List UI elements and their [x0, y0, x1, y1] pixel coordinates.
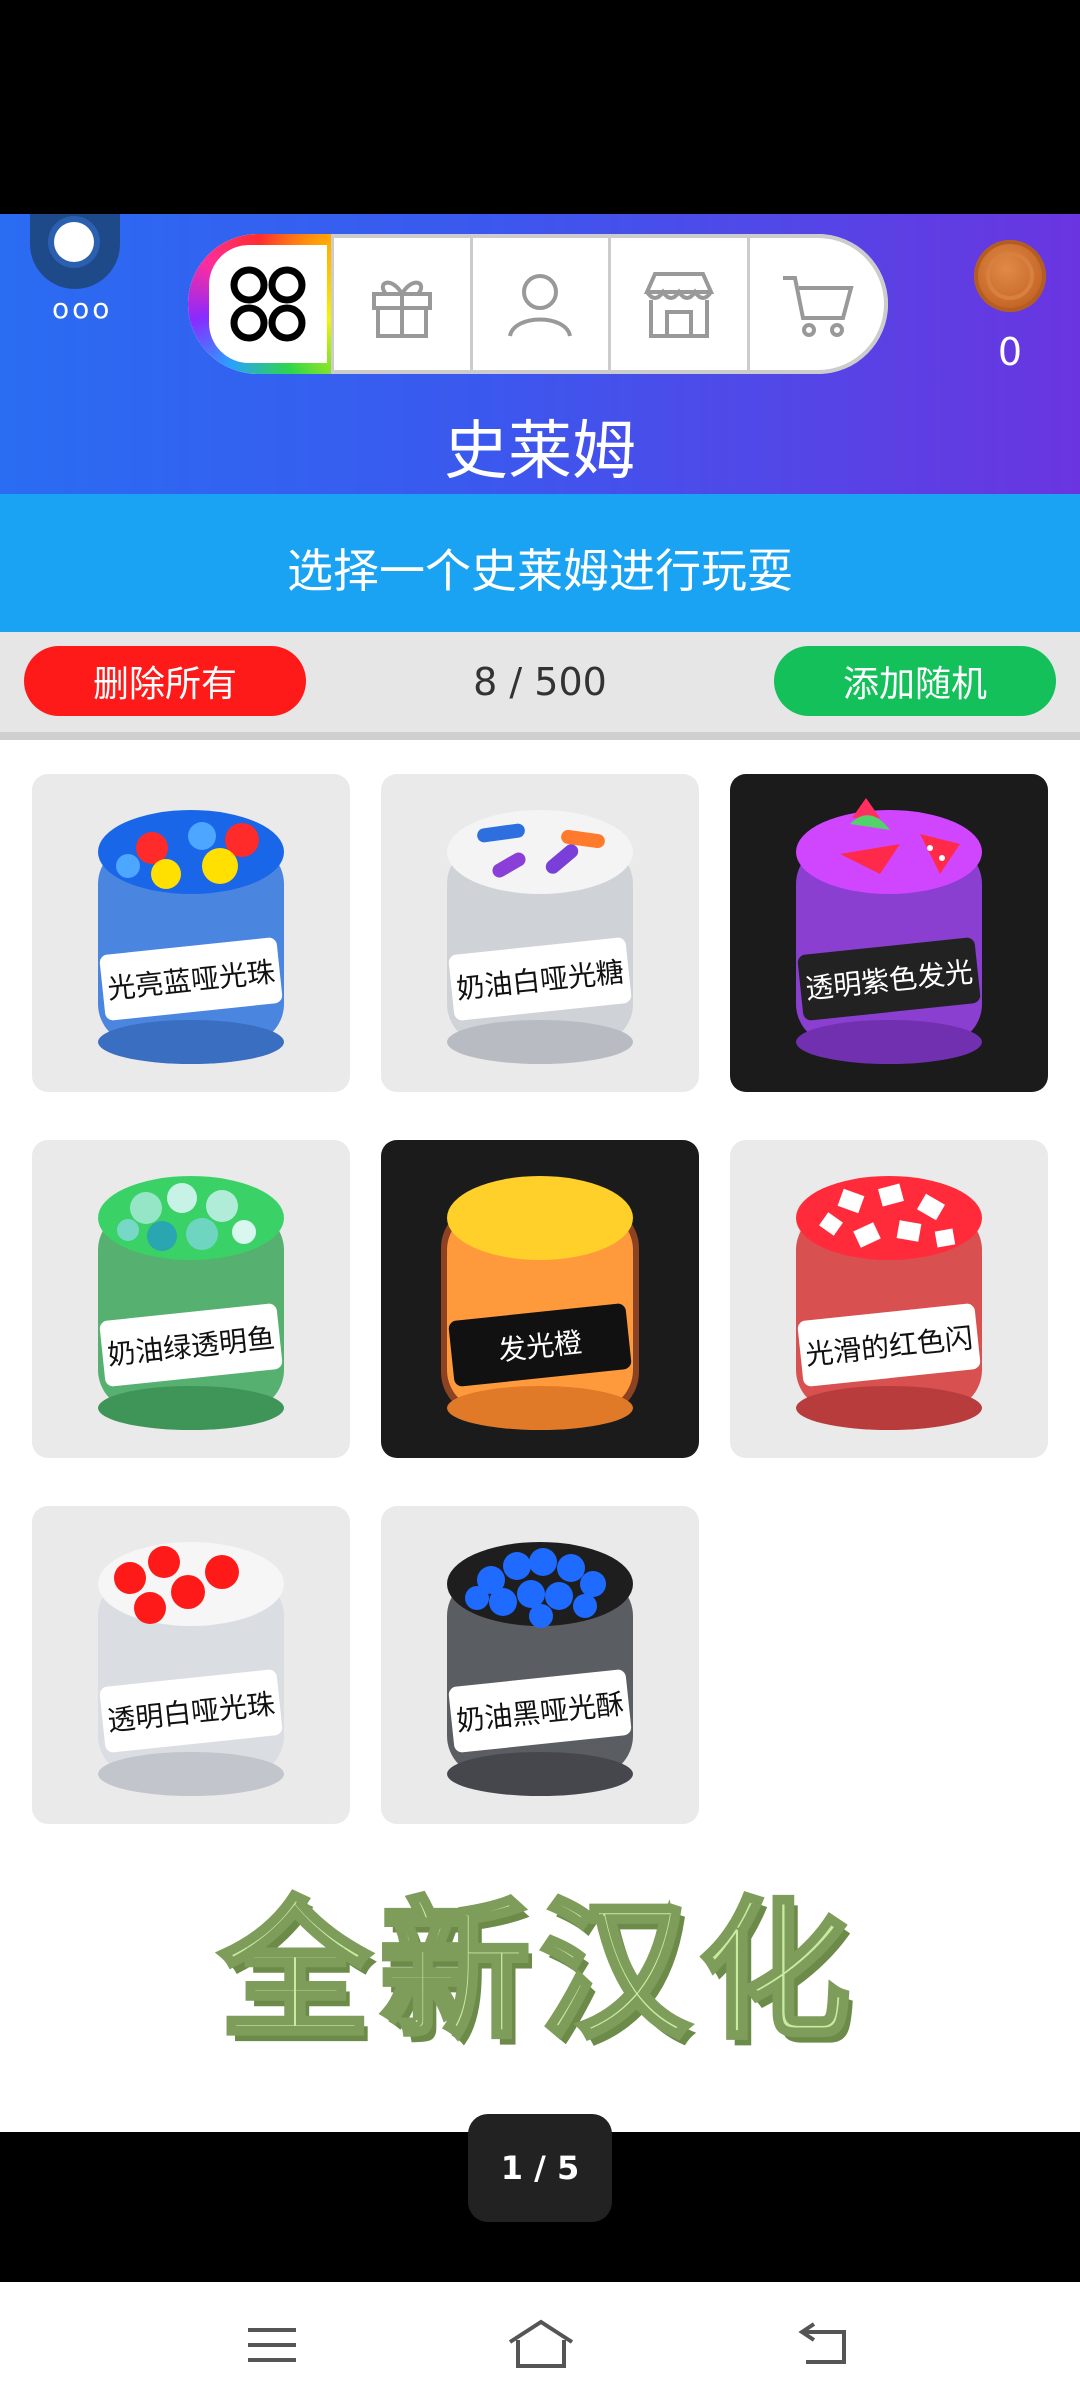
tab-shop[interactable]: [611, 234, 750, 374]
store-icon: [643, 272, 714, 338]
slime-card[interactable]: 奶油黑哑光酥: [381, 1506, 699, 1824]
add-random-button[interactable]: 添加随机: [774, 646, 1056, 716]
coin-balance: 0: [997, 330, 1023, 374]
tab-gift[interactable]: [334, 234, 473, 374]
slime-card[interactable]: 光亮蓝哑光珠: [32, 774, 350, 1092]
slime-card[interactable]: 透明白哑光珠: [32, 1506, 350, 1824]
four-circles-icon: [230, 266, 306, 342]
slime-card[interactable]: 奶油绿透明鱼: [32, 1140, 350, 1458]
cart-icon: [782, 276, 854, 337]
page-indicator: 1 / 5: [468, 2114, 612, 2222]
slime-card[interactable]: 奶油白哑光糖: [381, 774, 699, 1092]
slime-count: 8 / 500: [473, 660, 607, 704]
more-menu-icon[interactable]: ooo: [52, 292, 112, 325]
page-subtitle: 选择一个史莱姆进行玩耍: [287, 544, 793, 598]
tab-profile[interactable]: [473, 234, 612, 374]
tab-cart[interactable]: [750, 234, 888, 374]
slime-card[interactable]: 透明紫色发光: [730, 774, 1048, 1092]
person-icon: [508, 274, 573, 337]
back-icon[interactable]: [796, 2322, 852, 2368]
profile-avatar[interactable]: [30, 214, 120, 289]
slime-card[interactable]: 发光橙: [381, 1140, 699, 1458]
tab-collection[interactable]: [188, 234, 335, 374]
delete-all-button[interactable]: 删除所有: [24, 646, 306, 716]
coin-icon: [974, 240, 1046, 312]
promo-banner-text: 全新汉化: [217, 1883, 860, 2062]
system-nav-bar: [0, 2282, 1080, 2408]
menu-icon[interactable]: [244, 2322, 300, 2368]
page-title: 史莱姆: [444, 415, 636, 489]
gift-icon: [372, 280, 433, 338]
home-icon[interactable]: [506, 2318, 576, 2370]
slime-card[interactable]: 光滑的红色闪: [730, 1140, 1048, 1458]
tab-bar: [188, 234, 888, 374]
